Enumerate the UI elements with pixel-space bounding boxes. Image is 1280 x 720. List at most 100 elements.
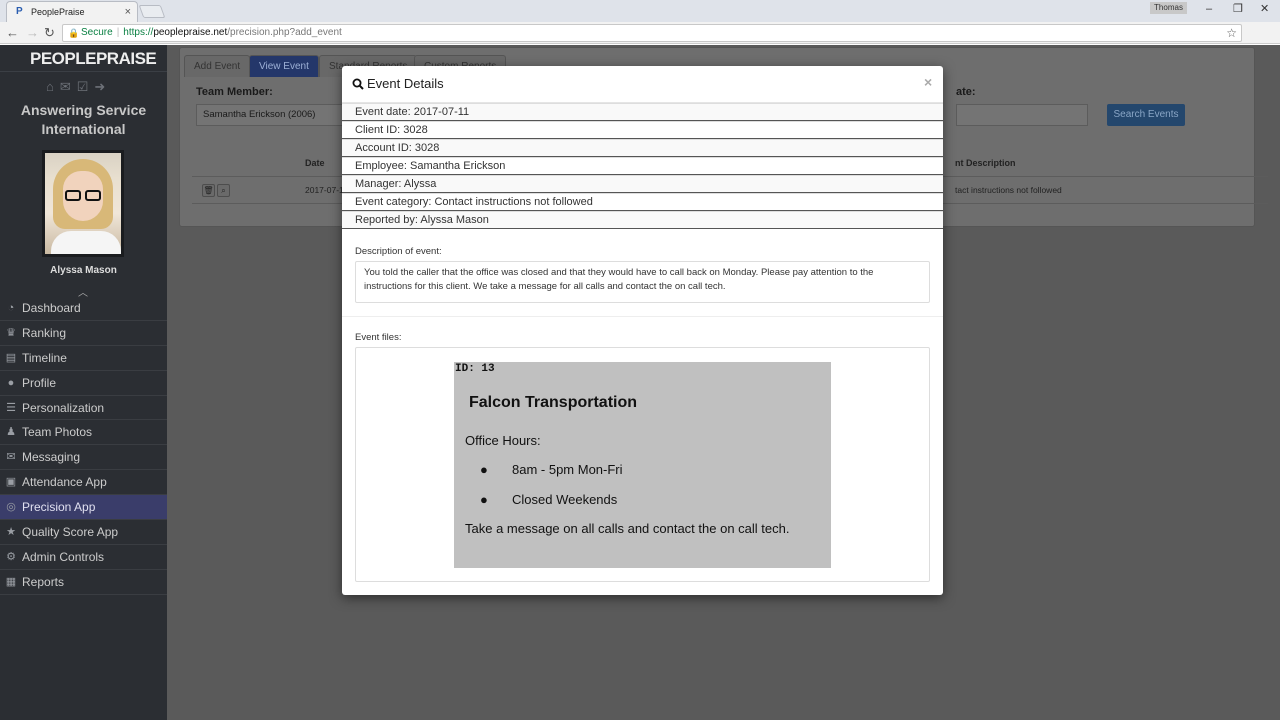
sidebar-item-label: Precision App bbox=[22, 500, 96, 515]
user-icon: ● bbox=[7, 376, 15, 389]
bookmark-star-icon[interactable]: ☆ bbox=[1226, 25, 1237, 41]
user-name: Alyssa Mason bbox=[50, 265, 117, 276]
browser-tab[interactable]: P PeoplePraise × bbox=[6, 1, 138, 22]
row-actions: 🗑 ⌕ bbox=[202, 182, 232, 197]
event-details-table: Event date: 2017-07-11 Client ID: 3028 Acc… bbox=[342, 103, 943, 229]
detail-row: Employee: Samantha Erickson bbox=[342, 157, 943, 175]
tab-add-event[interactable]: Add Event bbox=[184, 55, 251, 77]
modal-title: Event Details bbox=[367, 76, 444, 91]
reload-button[interactable]: ↻ bbox=[44, 25, 55, 41]
date-label: ate: bbox=[956, 86, 976, 98]
detail-row: Reported by: Alyssa Mason bbox=[342, 211, 943, 229]
address-bar[interactable]: 🔒 Secure | https://peoplepraise.net/precis… bbox=[62, 24, 1242, 42]
view-icon[interactable]: ⌕ bbox=[217, 184, 230, 197]
sidebar-item-label: Personalization bbox=[22, 400, 105, 415]
bullet-icon: ● bbox=[480, 492, 488, 507]
file-bullet: ● 8am - 5pm Mon-Fri bbox=[480, 462, 623, 477]
sidebar-item-label: Reports bbox=[22, 574, 65, 589]
sidebar-item-label: Timeline bbox=[22, 350, 67, 365]
logo[interactable]: PEOPLEPRAISE bbox=[30, 49, 157, 69]
file-hours-label: Office Hours: bbox=[465, 433, 541, 448]
forward-button[interactable]: → bbox=[26, 25, 39, 41]
sidebar-item-timeline[interactable]: ▤ Timeline bbox=[0, 346, 167, 371]
detail-row: Event date: 2017-07-11 bbox=[342, 103, 943, 121]
sidebar-item-personalization[interactable]: ☰ Personalization bbox=[0, 396, 167, 421]
cogs-icon: ⚙ bbox=[6, 550, 16, 563]
window-close-button[interactable]: ✕ bbox=[1260, 2, 1269, 16]
sidebar-item-team-photos[interactable]: ♟ Team Photos bbox=[0, 420, 167, 446]
files-label: Event files: bbox=[355, 332, 402, 343]
sidebar-item-label: Team Photos bbox=[22, 425, 93, 440]
team-member-label: Team Member: bbox=[196, 86, 273, 98]
file-bullet-text: 8am - 5pm Mon-Fri bbox=[512, 462, 623, 477]
column-header-description: nt Description bbox=[955, 158, 1016, 168]
date-input[interactable] bbox=[956, 104, 1088, 126]
sidebar-item-attendance-app[interactable]: ▣ Attendance App bbox=[0, 470, 167, 496]
tab-view-event[interactable]: View Event bbox=[249, 55, 319, 77]
section-divider bbox=[342, 316, 943, 317]
bullet-icon: ● bbox=[480, 462, 488, 477]
browser-toolbar: ← → ↻ 🔒 Secure | https://peoplepraise.net/… bbox=[0, 22, 1280, 61]
users-icon: ♟ bbox=[6, 426, 16, 439]
table-cell-description: tact instructions not followed bbox=[955, 185, 1062, 195]
calendar-check-icon: ▣ bbox=[5, 476, 17, 489]
event-details-modal: Event Details × Event date: 2017-07-11 Cl… bbox=[342, 66, 943, 595]
file-id: ID: 13 bbox=[455, 363, 495, 375]
sidebar-item-label: Dashboard bbox=[22, 301, 81, 315]
sidebar: PEOPLEPRAISE ⌂✉☑➜ Answering Service Inte… bbox=[0, 45, 167, 720]
file-bullet: ● Closed Weekends bbox=[480, 492, 617, 507]
new-tab-button[interactable] bbox=[138, 5, 166, 18]
search-events-button[interactable]: Search Events bbox=[1107, 104, 1185, 126]
browser-tab-bar: P PeoplePraise × Thomas – ❐ ✕ bbox=[0, 0, 1280, 22]
sidebar-item-label: Messaging bbox=[22, 450, 81, 465]
sidebar-item-admin-controls[interactable]: ⚙ Admin Controls bbox=[0, 545, 167, 570]
home-icon[interactable]: ⌂ bbox=[46, 79, 60, 94]
sign-out-icon[interactable]: ➜ bbox=[94, 79, 111, 94]
browser-tab-title: PeoplePraise bbox=[31, 7, 85, 17]
file-note: Take a message on all calls and contact … bbox=[465, 521, 790, 536]
search-icon bbox=[352, 78, 364, 90]
sliders-icon: ☰ bbox=[6, 401, 16, 414]
sidebar-item-quality-score-app[interactable]: ★ Quality Score App bbox=[0, 520, 167, 545]
logo-divider bbox=[0, 71, 167, 72]
sidebar-item-ranking[interactable]: ♛ Ranking bbox=[0, 321, 167, 346]
sidebar-item-profile[interactable]: ● Profile bbox=[0, 371, 167, 396]
sidebar-item-label: Attendance App bbox=[22, 475, 107, 490]
envelope-icon: ✉ bbox=[6, 451, 16, 464]
minimize-button[interactable]: – bbox=[1206, 2, 1212, 16]
detail-row: Manager: Alyssa bbox=[342, 175, 943, 193]
inbox-icon[interactable]: ✉ bbox=[60, 79, 77, 94]
trophy-icon: ♛ bbox=[6, 326, 16, 339]
secure-label: Secure bbox=[81, 27, 113, 38]
modal-close-button[interactable]: × bbox=[924, 74, 932, 90]
company-name: Answering Service International bbox=[20, 102, 147, 137]
restore-button[interactable]: ❐ bbox=[1233, 2, 1243, 16]
url-path: /precision.php?add_event bbox=[227, 27, 342, 38]
back-button[interactable]: ← bbox=[6, 25, 19, 41]
sidebar-item-precision-app[interactable]: ◎ Precision App bbox=[0, 495, 167, 521]
sidebar-item-label: Quality Score App bbox=[22, 525, 119, 540]
quick-icons: ⌂✉☑➜ bbox=[46, 79, 126, 95]
event-file-image[interactable]: ID: 13 Falcon Transportation Office Hour… bbox=[454, 362, 831, 568]
dashboard-icon: ◔ bbox=[7, 302, 15, 314]
detail-row: Event category: Contact instructions not… bbox=[342, 193, 943, 211]
tab-close-icon[interactable]: × bbox=[125, 2, 131, 22]
sidebar-item-label: Profile bbox=[22, 375, 57, 390]
sidebar-item-label: Admin Controls bbox=[22, 549, 105, 564]
sidebar-item-reports[interactable]: ▦ Reports bbox=[0, 570, 167, 595]
detail-row: Account ID: 3028 bbox=[342, 139, 943, 157]
delete-icon[interactable]: 🗑 bbox=[202, 184, 215, 197]
event-files-box: ID: 13 Falcon Transportation Office Hour… bbox=[355, 347, 930, 582]
team-member-select[interactable]: Samantha Erickson (2006) bbox=[196, 104, 356, 126]
file-title: Falcon Transportation bbox=[469, 394, 638, 411]
column-header-date: Date bbox=[305, 158, 325, 168]
sidebar-item-dashboard[interactable]: ◔ Dashboard bbox=[0, 296, 167, 321]
sidebar-item-label: Ranking bbox=[22, 325, 67, 340]
check-square-icon[interactable]: ☑ bbox=[77, 79, 95, 94]
table-icon: ▦ bbox=[5, 575, 17, 588]
star-icon: ★ bbox=[6, 526, 16, 539]
description-text: You told the caller that the office was … bbox=[355, 261, 930, 303]
address-separator: | bbox=[116, 27, 120, 38]
sidebar-item-messaging[interactable]: ✉ Messaging bbox=[0, 445, 167, 471]
profile-badge[interactable]: Thomas bbox=[1150, 2, 1187, 14]
